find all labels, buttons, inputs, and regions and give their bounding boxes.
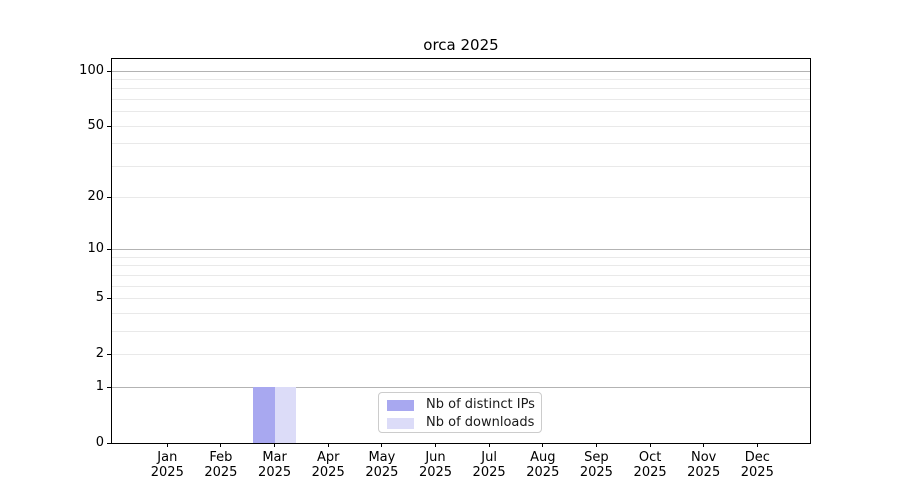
gridline-minor [112,165,810,167]
y-tick-label: 5 [95,290,104,306]
y-tick-label: 0 [95,434,104,450]
bar-distinct-ips [253,386,275,443]
legend-entry: Nb of distinct IPs [379,397,541,413]
legend-entry: Nb of downloads [379,415,541,431]
y-tick-mark [107,298,112,300]
gridline-minor [112,256,810,258]
plot-area: Nb of distinct IPs Nb of downloads [111,58,811,444]
x-tick-mark [327,443,329,447]
gridline-minor [112,111,810,113]
gridline-minor [112,98,810,100]
x-tick-mark [166,443,168,447]
gridline-major [112,70,810,72]
y-tick-mark [107,353,112,355]
chart-title: orca 2025 [423,36,499,54]
y-tick-mark [107,442,112,444]
y-tick-mark [107,125,112,127]
gridline-minor [112,274,810,276]
x-tick-mark [435,443,436,447]
gridline-minor [112,265,810,267]
gridline-minor [112,353,810,355]
gridline-minor [112,298,810,300]
y-tick-mark [107,197,112,199]
gridline-minor [112,285,810,287]
bar-downloads [274,386,297,443]
y-tick-mark [107,70,112,72]
y-tick-label: 100 [79,62,104,78]
x-tick-mark [220,443,222,447]
x-tick-mark [649,443,651,447]
gridline-major [112,249,810,251]
x-tick-mark [756,443,758,447]
y-tick-label: 2 [95,345,104,361]
legend-label: Nb of downloads [426,415,535,430]
legend-label: Nb of distinct IPs [426,397,535,412]
y-tick-label: 50 [87,117,104,133]
legend: Nb of distinct IPs Nb of downloads [378,392,542,433]
x-tick-mark [542,443,544,447]
x-tick-mark [381,443,383,447]
y-tick-mark [107,249,112,251]
gridline-minor [112,143,810,145]
y-tick-mark [107,386,112,388]
x-tick-label: Dec 2025 [722,450,792,480]
gridline-minor [112,78,810,80]
x-tick-mark [703,443,705,447]
x-tick-year: 2025 [740,465,774,480]
x-tick-month: Dec [744,450,770,465]
gridline-major [112,386,810,388]
gridline-minor [112,312,810,314]
legend-swatch-downloads [387,418,414,429]
y-tick-label: 20 [87,189,104,205]
gridline-minor [112,125,810,127]
x-tick-mark [274,443,276,447]
figure: orca 2025 Nb of distinct IPs Nb of downl… [0,0,900,500]
x-tick-mark [488,443,490,447]
gridline-minor [112,88,810,90]
gridline-minor [112,330,810,332]
y-tick-label: 10 [87,241,104,257]
gridline-minor [112,197,810,199]
legend-swatch-distinct-ips [387,400,414,411]
y-tick-label: 1 [95,378,104,394]
x-tick-mark [595,443,597,447]
